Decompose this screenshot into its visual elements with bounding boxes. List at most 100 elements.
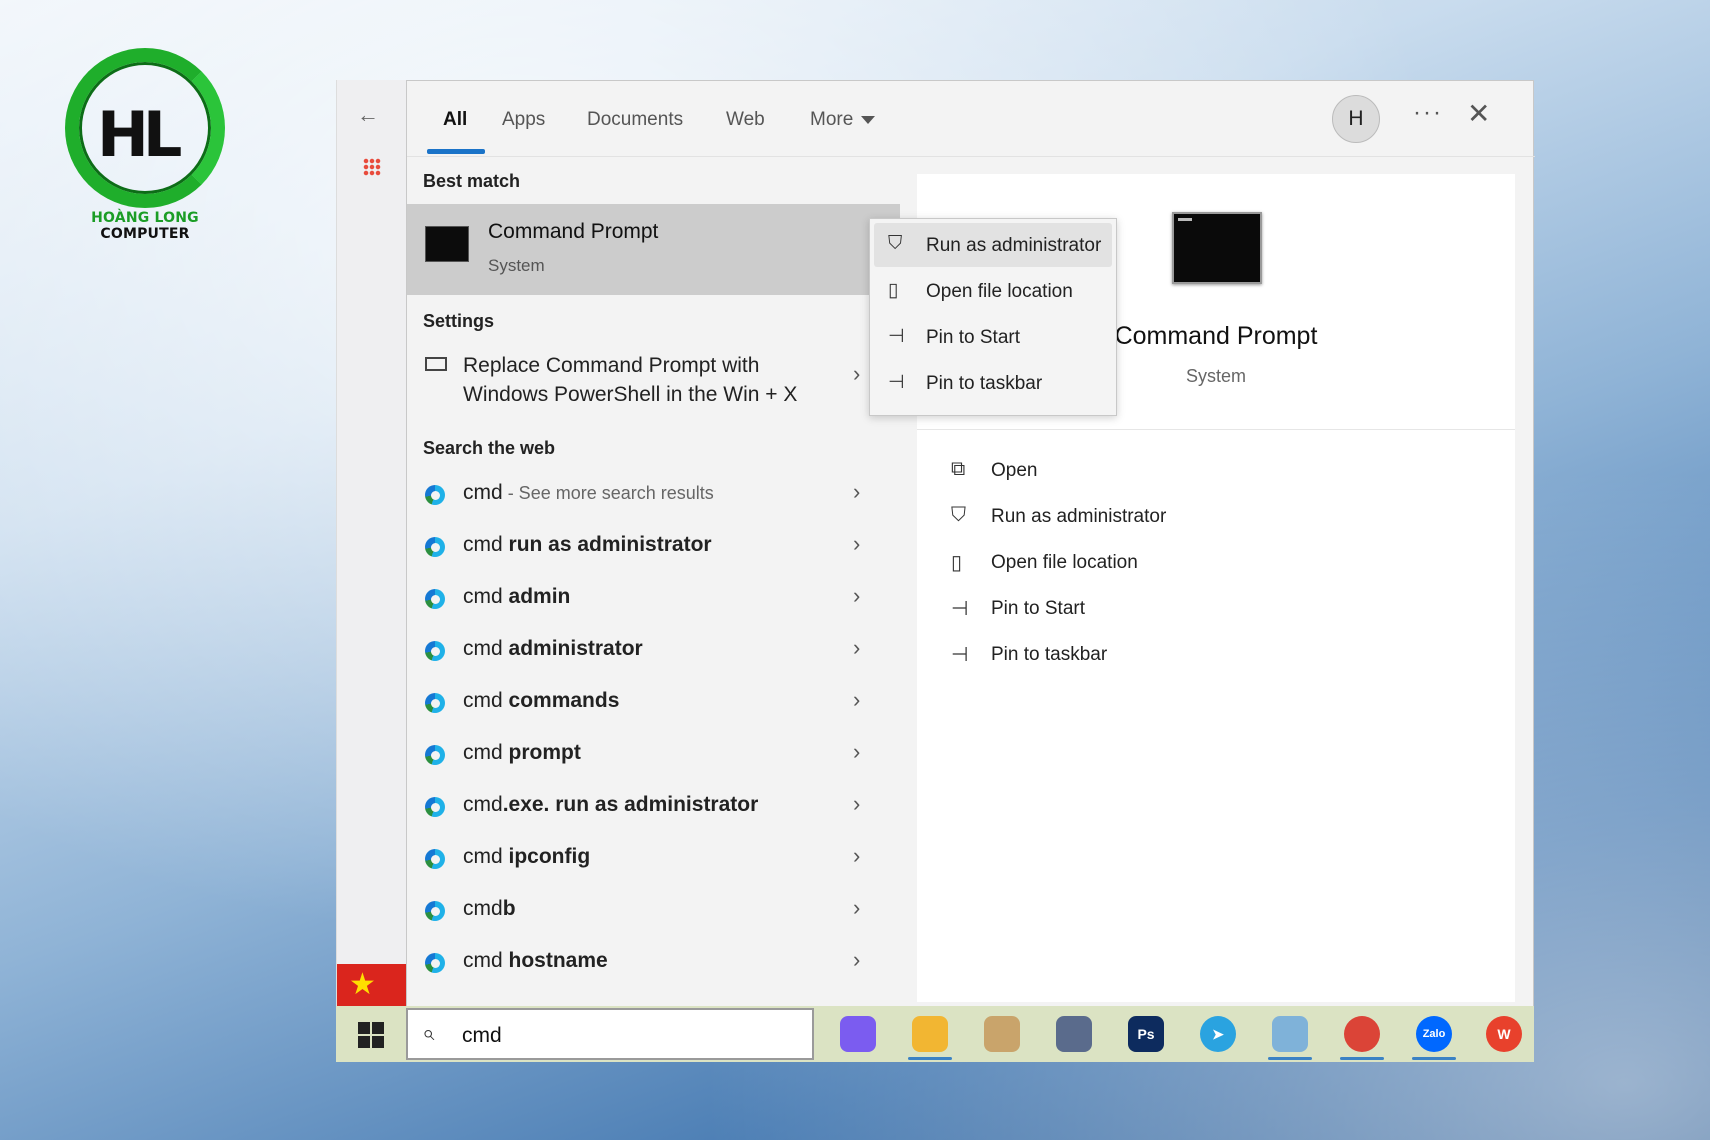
chrome-icon[interactable]	[1344, 1016, 1380, 1052]
zalo-icon[interactable]: Zalo	[1416, 1016, 1452, 1052]
chevron-right-icon: ›	[853, 479, 861, 504]
chevron-right-icon: ›	[853, 361, 861, 386]
paint-icon[interactable]	[984, 1016, 1020, 1052]
folder-location-icon: ▯	[888, 280, 899, 301]
edge-icon	[425, 589, 445, 609]
web-result-label: cmd prompt	[463, 741, 581, 764]
running-indicator	[1412, 1057, 1456, 1060]
web-result-item[interactable]: cmd commands ›	[407, 679, 900, 727]
tab-apps[interactable]: Apps	[502, 109, 545, 131]
running-indicator	[1340, 1057, 1384, 1060]
photoshop-icon[interactable]: Ps	[1128, 1016, 1164, 1052]
web-result-item[interactable]: cmdb ›	[407, 887, 900, 935]
telegram-icon[interactable]: ➤	[1200, 1016, 1236, 1052]
context-menu: ⛉ Run as administrator ▯ Open file locat…	[869, 218, 1117, 416]
windows-start-icon[interactable]	[358, 1022, 384, 1048]
web-result-label: cmdb	[463, 897, 516, 920]
best-match-heading: Best match	[423, 171, 521, 191]
hoang-long-logo: HL HOÀNG LONG COMPUTER	[55, 42, 235, 242]
pin-icon: ⊣	[888, 372, 905, 393]
start-left-strip: ← ★	[336, 80, 407, 1006]
search-web-heading: Search the web	[423, 438, 556, 458]
web-result-item[interactable]: cmd.exe. run as administrator ›	[407, 783, 900, 831]
web-result-item[interactable]: cmd - See more search results ›	[407, 471, 900, 519]
search-input-value: cmd	[462, 1024, 502, 1047]
logo-text: HOÀNG LONG COMPUTER	[91, 210, 199, 242]
apps-grid-icon[interactable]	[363, 158, 381, 176]
context-run-as-administrator[interactable]: ⛉ Run as administrator	[874, 223, 1112, 267]
command-prompt-icon	[1172, 212, 1262, 284]
web-result-label: cmd admin	[463, 585, 571, 608]
tab-web[interactable]: Web	[726, 109, 765, 131]
edge-icon	[425, 953, 445, 973]
search-icon: ⌕	[422, 1020, 435, 1045]
chevron-right-icon: ›	[853, 583, 861, 608]
pin-icon: ⊣	[951, 644, 969, 666]
shield-icon: ⛉	[888, 233, 903, 254]
web-result-item[interactable]: cmd prompt ›	[407, 731, 900, 779]
web-result-label: cmd administrator	[463, 637, 643, 660]
edge-icon	[425, 693, 445, 713]
settings-item[interactable]: Replace Command Prompt with Windows Power…	[407, 345, 900, 415]
folder-location-icon: ▯	[951, 552, 963, 574]
avatar[interactable]: H	[1332, 95, 1380, 143]
web-result-item[interactable]: cmd administrator ›	[407, 627, 900, 675]
settings-item-label: Replace Command Prompt with Windows Power…	[463, 354, 798, 406]
close-icon[interactable]: ✕	[1467, 97, 1490, 130]
more-options-icon[interactable]: ···	[1413, 99, 1443, 127]
web-result-item[interactable]: cmd hostname ›	[407, 939, 900, 987]
context-pin-to-taskbar[interactable]: ⊣ Pin to taskbar	[874, 361, 1112, 405]
context-pin-to-start[interactable]: ⊣ Pin to Start	[874, 315, 1112, 359]
chevron-right-icon: ›	[853, 739, 861, 764]
settings-heading: Settings	[423, 311, 495, 331]
logo-mark: HL	[97, 98, 182, 171]
caret-down-icon	[861, 115, 876, 124]
krita-icon[interactable]	[1056, 1016, 1092, 1052]
taskbar: ⌕ cmd Ps ➤ Zalo W	[336, 1006, 1534, 1062]
action-open-file-location[interactable]: ▯ Open file location	[951, 544, 1351, 584]
best-match-name: Command Prompt	[488, 220, 659, 243]
web-result-label: cmd.exe. run as administrator	[463, 793, 759, 816]
web-result-item[interactable]: cmd ipconfig ›	[407, 835, 900, 883]
action-run-as-administrator[interactable]: ⛉ Run as administrator	[951, 498, 1351, 538]
chevron-right-icon: ›	[853, 895, 861, 920]
edge-icon	[425, 485, 445, 505]
display-icon	[425, 357, 447, 371]
file-explorer-icon[interactable]	[912, 1016, 948, 1052]
best-match-item[interactable]: Command Prompt System	[407, 204, 900, 295]
web-result-label: cmd run as administrator	[463, 533, 712, 556]
action-open[interactable]: ⧉ Open	[951, 452, 1351, 492]
edge-icon	[425, 641, 445, 661]
search-tabs: All Apps Documents Web More H ··· ✕	[407, 81, 1535, 157]
action-pin-to-start[interactable]: ⊣ Pin to Start	[951, 590, 1351, 630]
pin-icon: ⊣	[951, 598, 969, 620]
notepad-icon[interactable]	[1272, 1016, 1308, 1052]
edge-icon	[425, 849, 445, 869]
web-result-item[interactable]: cmd admin ›	[407, 575, 900, 623]
edge-icon	[425, 537, 445, 557]
wps-office-icon[interactable]: W	[1486, 1016, 1522, 1052]
web-result-label: cmd - See more search results	[463, 481, 714, 504]
context-open-file-location[interactable]: ▯ Open file location	[874, 269, 1112, 313]
search-input[interactable]: ⌕ cmd	[406, 1008, 814, 1060]
edge-icon	[425, 901, 445, 921]
chevron-right-icon: ›	[853, 791, 861, 816]
edge-icon	[425, 745, 445, 765]
flag-icon: ★	[337, 964, 407, 1006]
arrow-left-icon[interactable]: ←	[357, 102, 379, 128]
edge-icon	[425, 797, 445, 817]
tab-all[interactable]: All	[443, 109, 467, 131]
best-match-type: System	[488, 256, 545, 275]
tab-more[interactable]: More	[810, 109, 876, 131]
web-result-item[interactable]: cmd run as administrator ›	[407, 523, 900, 571]
open-icon: ⧉	[951, 458, 966, 480]
running-indicator	[908, 1057, 952, 1060]
action-pin-to-taskbar[interactable]: ⊣ Pin to taskbar	[951, 636, 1351, 676]
active-tab-indicator	[427, 149, 485, 154]
chevron-right-icon: ›	[853, 531, 861, 556]
tab-documents[interactable]: Documents	[587, 109, 683, 131]
chevron-right-icon: ›	[853, 947, 861, 972]
web-result-label: cmd ipconfig	[463, 845, 591, 868]
command-prompt-icon	[425, 226, 469, 262]
copilot-icon[interactable]	[840, 1016, 876, 1052]
